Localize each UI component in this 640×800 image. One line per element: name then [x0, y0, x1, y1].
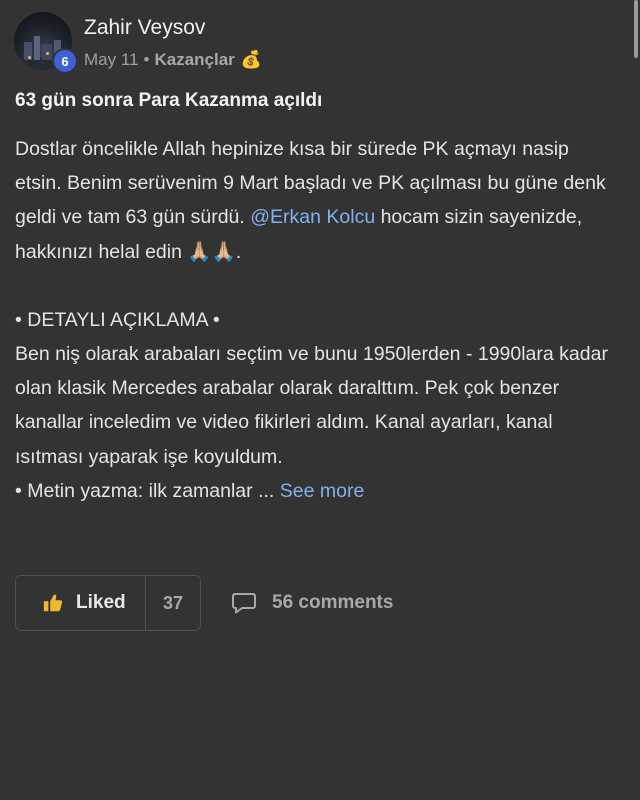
post-text: • Metin yazma: ilk zamanlar ...: [15, 479, 280, 502]
author-name[interactable]: Zahir Veysov: [84, 16, 205, 40]
money-bag-icon: 💰: [240, 50, 262, 69]
post-actions: Liked 37 56 comments: [15, 574, 393, 632]
praying-hands-emoji: 🙏🏼🙏🏼: [187, 240, 236, 263]
like-box: Liked 37: [15, 575, 201, 631]
avatar-building: [34, 36, 40, 60]
post-title: 63 gün sonra Para Kazanma açıldı: [15, 90, 323, 111]
comments-count: 56 comments: [272, 592, 394, 613]
post-meta: May 11 • Kazançlar 💰: [84, 50, 262, 70]
like-count[interactable]: 37: [146, 576, 200, 630]
section-heading: • DETAYLI AÇIKLAMA •: [15, 308, 220, 331]
comments-button[interactable]: 56 comments: [231, 575, 393, 631]
scrollbar[interactable]: [634, 0, 638, 58]
post-paragraph: Ben niş olarak arabaları seçtim ve bunu …: [15, 343, 608, 468]
avatar-light: [46, 52, 49, 55]
post-body: Dostlar öncelikle Allah hepinize kısa bi…: [15, 132, 615, 508]
liked-label: Liked: [76, 592, 126, 613]
post-category[interactable]: Kazançlar: [154, 50, 234, 70]
post-header: 6 Zahir Veysov May 11 • Kazançlar 💰: [14, 12, 614, 74]
avatar-light: [28, 56, 31, 59]
thumbs-up-icon: [43, 594, 63, 612]
post-paragraph: Dostlar öncelikle Allah hepinize kısa bi…: [15, 132, 615, 269]
mention-link[interactable]: @Erkan Kolcu: [250, 206, 375, 228]
post-date: May 11: [84, 50, 139, 69]
like-button[interactable]: Liked: [16, 576, 146, 630]
post-text: .: [235, 240, 242, 263]
meta-separator: •: [143, 50, 150, 69]
post-paragraph: • Metin yazma: ilk zamanlar ... See more: [15, 474, 615, 508]
comment-icon: [232, 593, 256, 614]
see-more-link[interactable]: See more: [280, 480, 365, 502]
level-badge: 6: [52, 48, 78, 74]
